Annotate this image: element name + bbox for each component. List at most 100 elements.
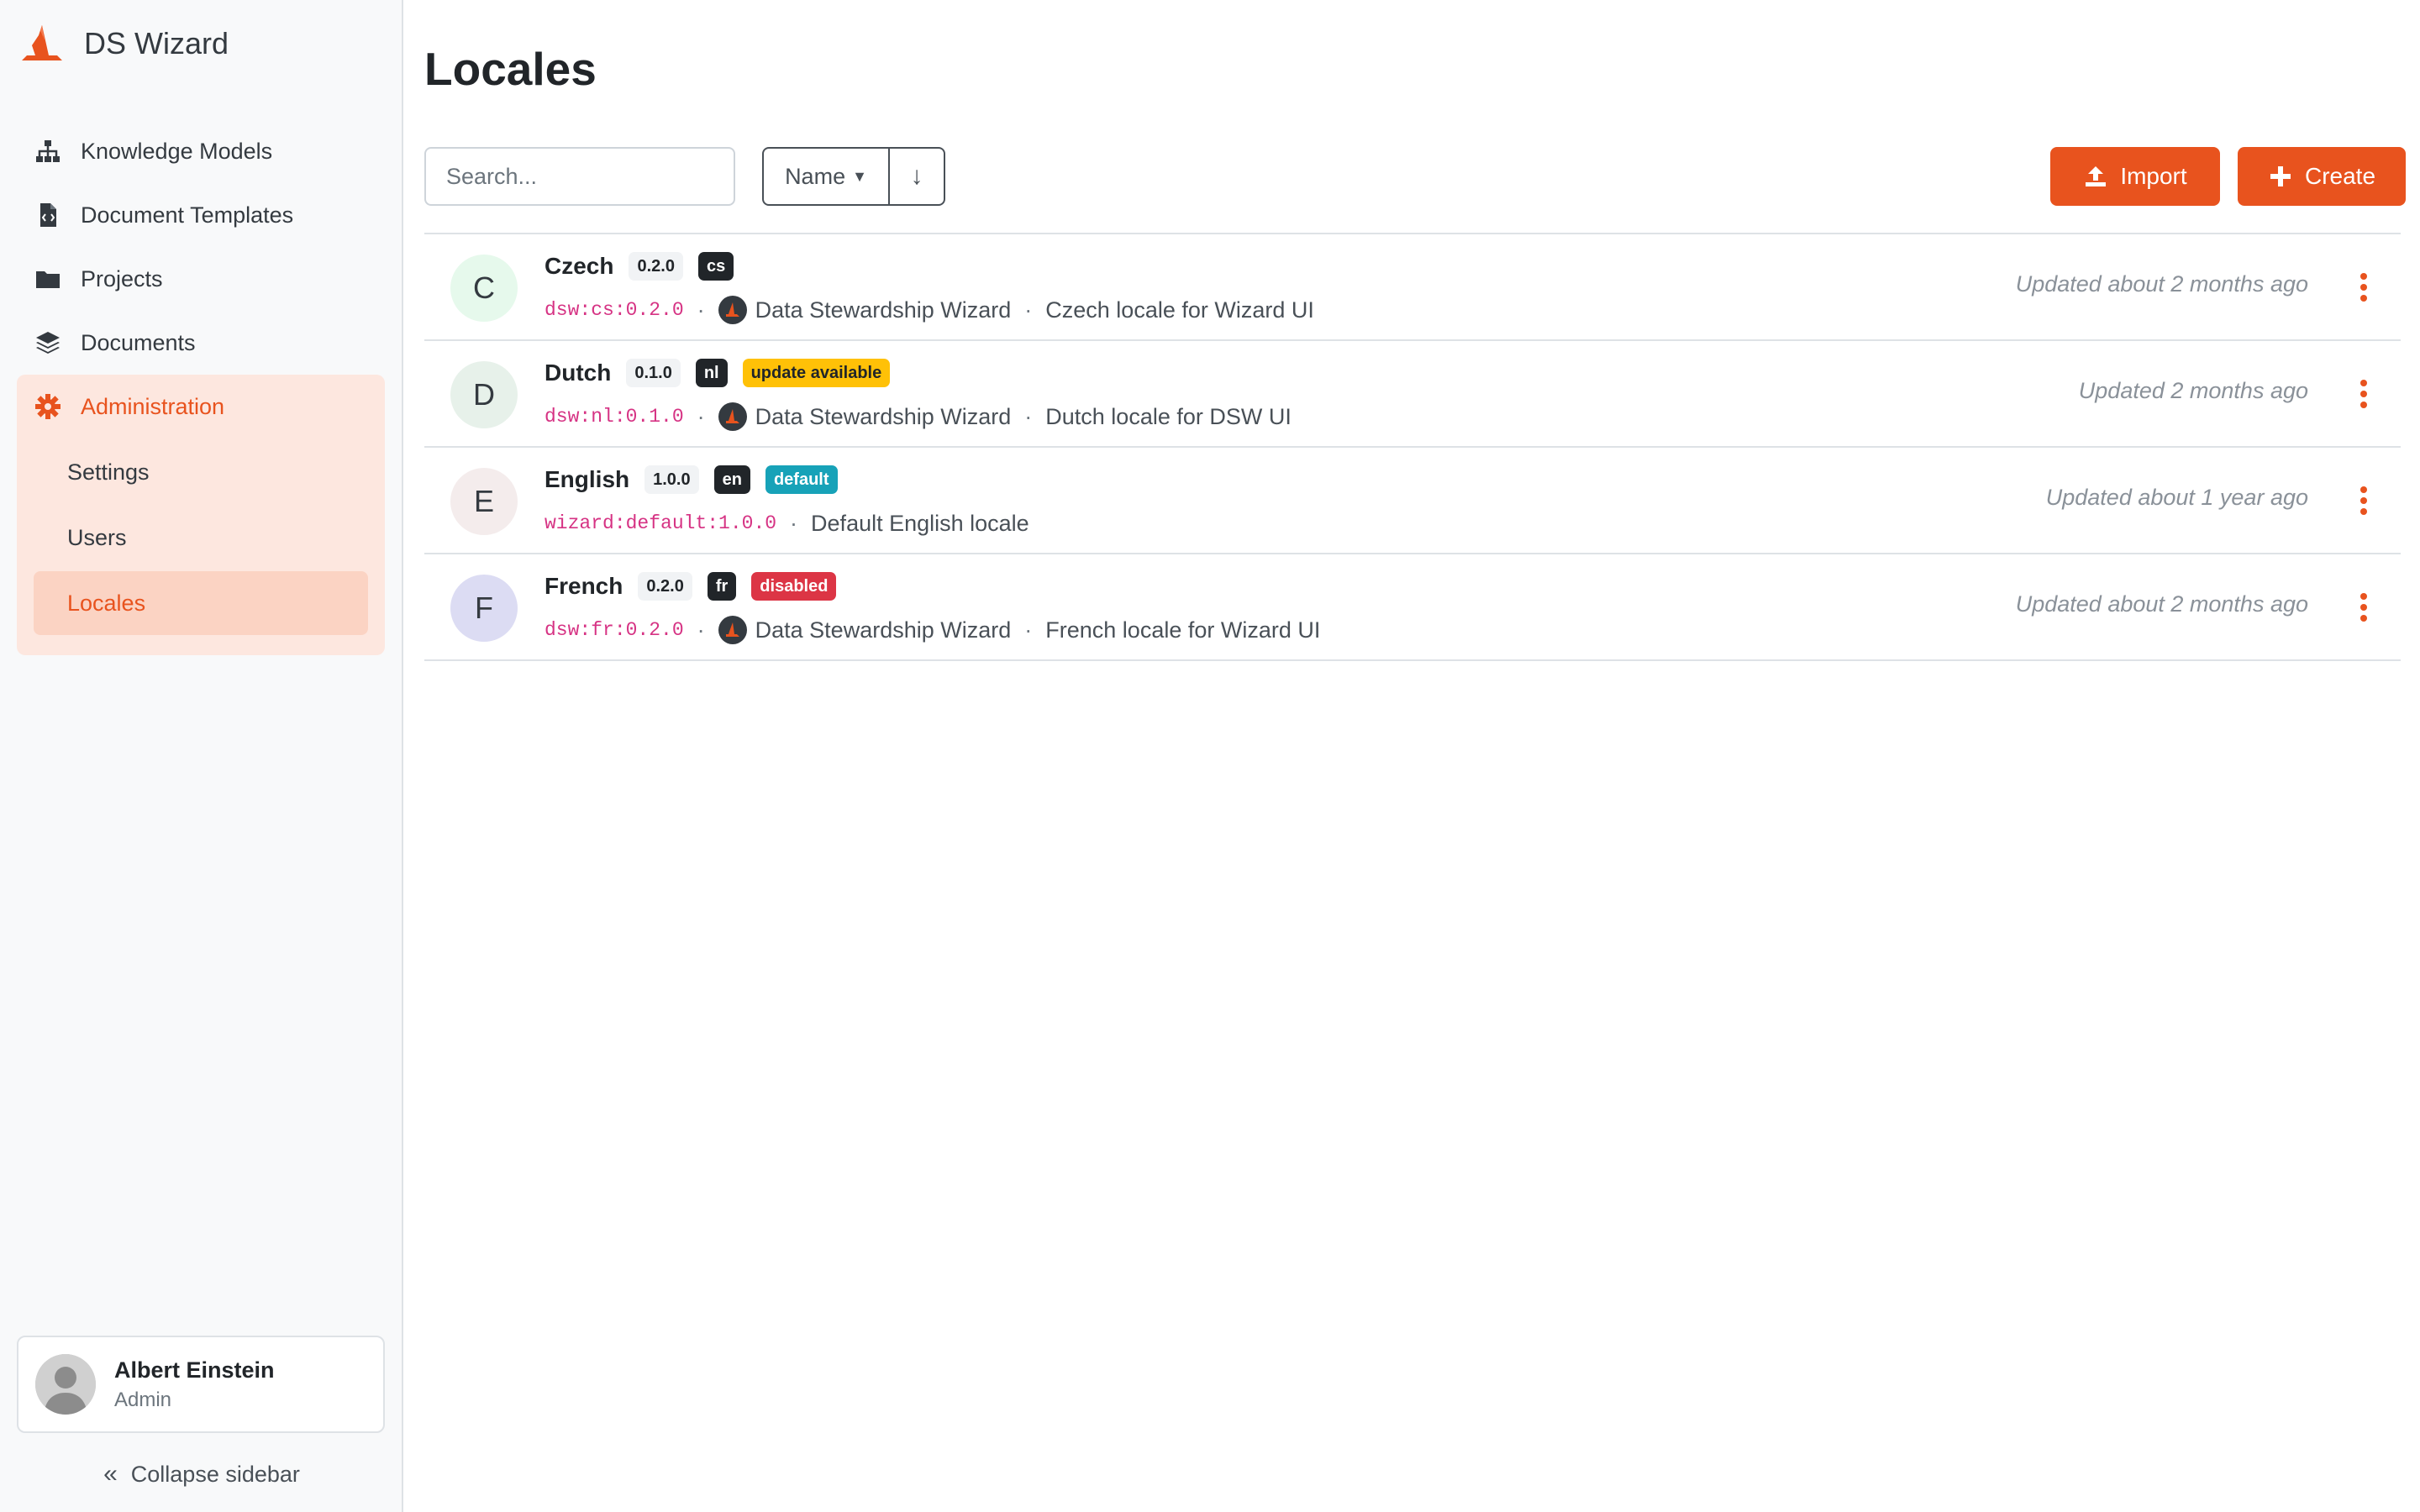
sidebar-subitem-locales[interactable]: Locales [34, 571, 368, 635]
updated-text: Updated 2 months ago [2078, 378, 2308, 403]
row-details: dsw:nl:0.1.0 · Data Stewardship Wizard · Du… [544, 400, 1292, 433]
locale-description: Default English locale [811, 510, 1029, 536]
collapse-sidebar-button[interactable]: « Collapse sidebar [0, 1460, 403, 1488]
organization-logo-icon [718, 402, 747, 431]
list-item[interactable]: F French 0.2.0 fr disabled dsw:fr:0.2.0 … [424, 554, 2401, 661]
more-options-icon[interactable] [2359, 593, 2369, 622]
separator: · [697, 297, 705, 323]
import-label: Import [2120, 163, 2187, 189]
row-header: French 0.2.0 fr disabled [544, 571, 837, 601]
organization-name: Data Stewardship Wizard [755, 297, 1012, 323]
updated-text: Updated about 2 months ago [2015, 591, 2308, 617]
locale-id: dsw:cs:0.2.0 [544, 299, 684, 321]
language-code-badge: fr [707, 572, 737, 601]
sidebar-item-document-templates[interactable]: Document Templates [17, 183, 385, 247]
sidebar-item-documents[interactable]: Documents [17, 311, 385, 375]
locale-name[interactable]: Dutch [544, 360, 611, 386]
caret-down-icon: ▼ [852, 167, 867, 185]
sidebar-subitem-settings[interactable]: Settings [34, 440, 368, 504]
profile-role: Admin [114, 1388, 172, 1411]
version-badge: 0.2.0 [638, 572, 692, 601]
sidebar-item-knowledge-models[interactable]: Knowledge Models [17, 119, 385, 183]
version-badge: 1.0.0 [644, 465, 699, 494]
organization-name: Data Stewardship Wizard [755, 403, 1012, 429]
row-header: Czech 0.2.0 cs [544, 251, 734, 281]
sort-field-label: Name [785, 163, 846, 189]
more-options-icon[interactable] [2359, 380, 2369, 408]
page-title: Locales [424, 43, 597, 95]
organization-logo-icon [718, 616, 747, 644]
user-profile[interactable]: Albert Einstein Admin [17, 1336, 385, 1433]
row-details: wizard:default:1.0.0 · Default English lo… [544, 507, 1029, 540]
sidebar-item-label: Administration [81, 393, 225, 419]
language-code-badge: en [713, 465, 750, 494]
more-options-icon[interactable] [2359, 273, 2369, 302]
locale-letter-avatar: F [450, 575, 518, 642]
disabled-badge: disabled [751, 572, 837, 601]
sitemap-icon [34, 137, 62, 165]
locale-id: wizard:default:1.0.0 [544, 512, 777, 534]
separator: · [697, 403, 705, 429]
updated-text: Updated about 1 year ago [2045, 485, 2308, 510]
sidebar-subitem-label: Users [67, 524, 127, 550]
sidebar-item-label: Knowledge Models [81, 138, 273, 164]
gear-icon [34, 392, 62, 421]
search-input[interactable] [424, 147, 735, 206]
double-chevron-left-icon: « [103, 1460, 118, 1488]
locale-id: dsw:nl:0.1.0 [544, 406, 684, 428]
create-button[interactable]: Create [2238, 147, 2406, 206]
sort-direction-button[interactable]: ↓ [890, 149, 944, 204]
list-item[interactable]: D Dutch 0.1.0 nl update available dsw:nl… [424, 341, 2401, 448]
sort-field-dropdown[interactable]: Name ▼ [764, 149, 890, 204]
locale-name[interactable]: French [544, 573, 623, 600]
row-details: dsw:cs:0.2.0 · Data Stewardship Wizard · Cz… [544, 293, 1314, 327]
locale-id: dsw:fr:0.2.0 [544, 619, 684, 641]
sidebar-subitem-users[interactable]: Users [34, 506, 368, 570]
list-item[interactable]: C Czech 0.2.0 cs dsw:cs:0.2.0 · Data Stew… [424, 234, 2401, 341]
sidebar-item-label: Documents [81, 329, 196, 355]
separator: · [1024, 617, 1033, 643]
locale-name[interactable]: Czech [544, 253, 613, 280]
sidebar-subitem-label: Settings [67, 459, 150, 485]
locale-description: Czech locale for Wizard UI [1045, 297, 1314, 323]
updated-text: Updated about 2 months ago [2015, 271, 2308, 297]
separator: · [1024, 403, 1033, 429]
file-code-icon [34, 201, 62, 229]
organization-name: Data Stewardship Wizard [755, 617, 1012, 643]
locale-name[interactable]: English [544, 466, 629, 493]
import-button[interactable]: Import [2050, 147, 2220, 206]
profile-name: Albert Einstein [114, 1357, 275, 1383]
profile-text: Albert Einstein Admin [114, 1357, 275, 1412]
sidebar-item-label: Projects [81, 265, 163, 291]
update-badge: update available [742, 359, 891, 387]
locale-list: C Czech 0.2.0 cs dsw:cs:0.2.0 · Data Stew… [424, 233, 2401, 661]
sidebar-subitem-label: Locales [67, 590, 146, 616]
more-options-icon[interactable] [2359, 486, 2369, 515]
language-code-badge: cs [697, 252, 734, 281]
locale-letter-avatar: C [450, 255, 518, 322]
wizard-hat-logo-icon [22, 25, 62, 60]
plus-icon [2268, 164, 2293, 189]
locale-letter-avatar: D [450, 361, 518, 428]
locale-letter-avatar: E [450, 468, 518, 535]
avatar [35, 1354, 96, 1415]
separator: · [1024, 297, 1033, 323]
admin-group: Administration Settings Users Locales [17, 375, 385, 655]
app-name: DS Wizard [84, 26, 229, 60]
create-label: Create [2304, 163, 2376, 189]
locale-description: French locale for Wizard UI [1045, 617, 1321, 643]
sidebar-item-projects[interactable]: Projects [17, 247, 385, 311]
locale-description: Dutch locale for DSW UI [1045, 403, 1292, 429]
separator: · [697, 617, 705, 643]
arrow-down-icon: ↓ [910, 162, 923, 190]
sort-control: Name ▼ ↓ [762, 147, 945, 206]
sidebar-item-administration[interactable]: Administration [17, 375, 385, 438]
row-header: Dutch 0.1.0 nl update available [544, 358, 891, 388]
sidebar: DS Wizard Knowledge Models Document Temp… [0, 0, 403, 1512]
brand[interactable]: DS Wizard [17, 18, 229, 69]
list-item[interactable]: E English 1.0.0 en default wizard:defaul… [424, 448, 2401, 554]
separator: · [790, 510, 798, 536]
collapse-sidebar-label: Collapse sidebar [130, 1461, 300, 1487]
row-header: English 1.0.0 en default [544, 465, 838, 495]
language-code-badge: nl [695, 359, 728, 387]
